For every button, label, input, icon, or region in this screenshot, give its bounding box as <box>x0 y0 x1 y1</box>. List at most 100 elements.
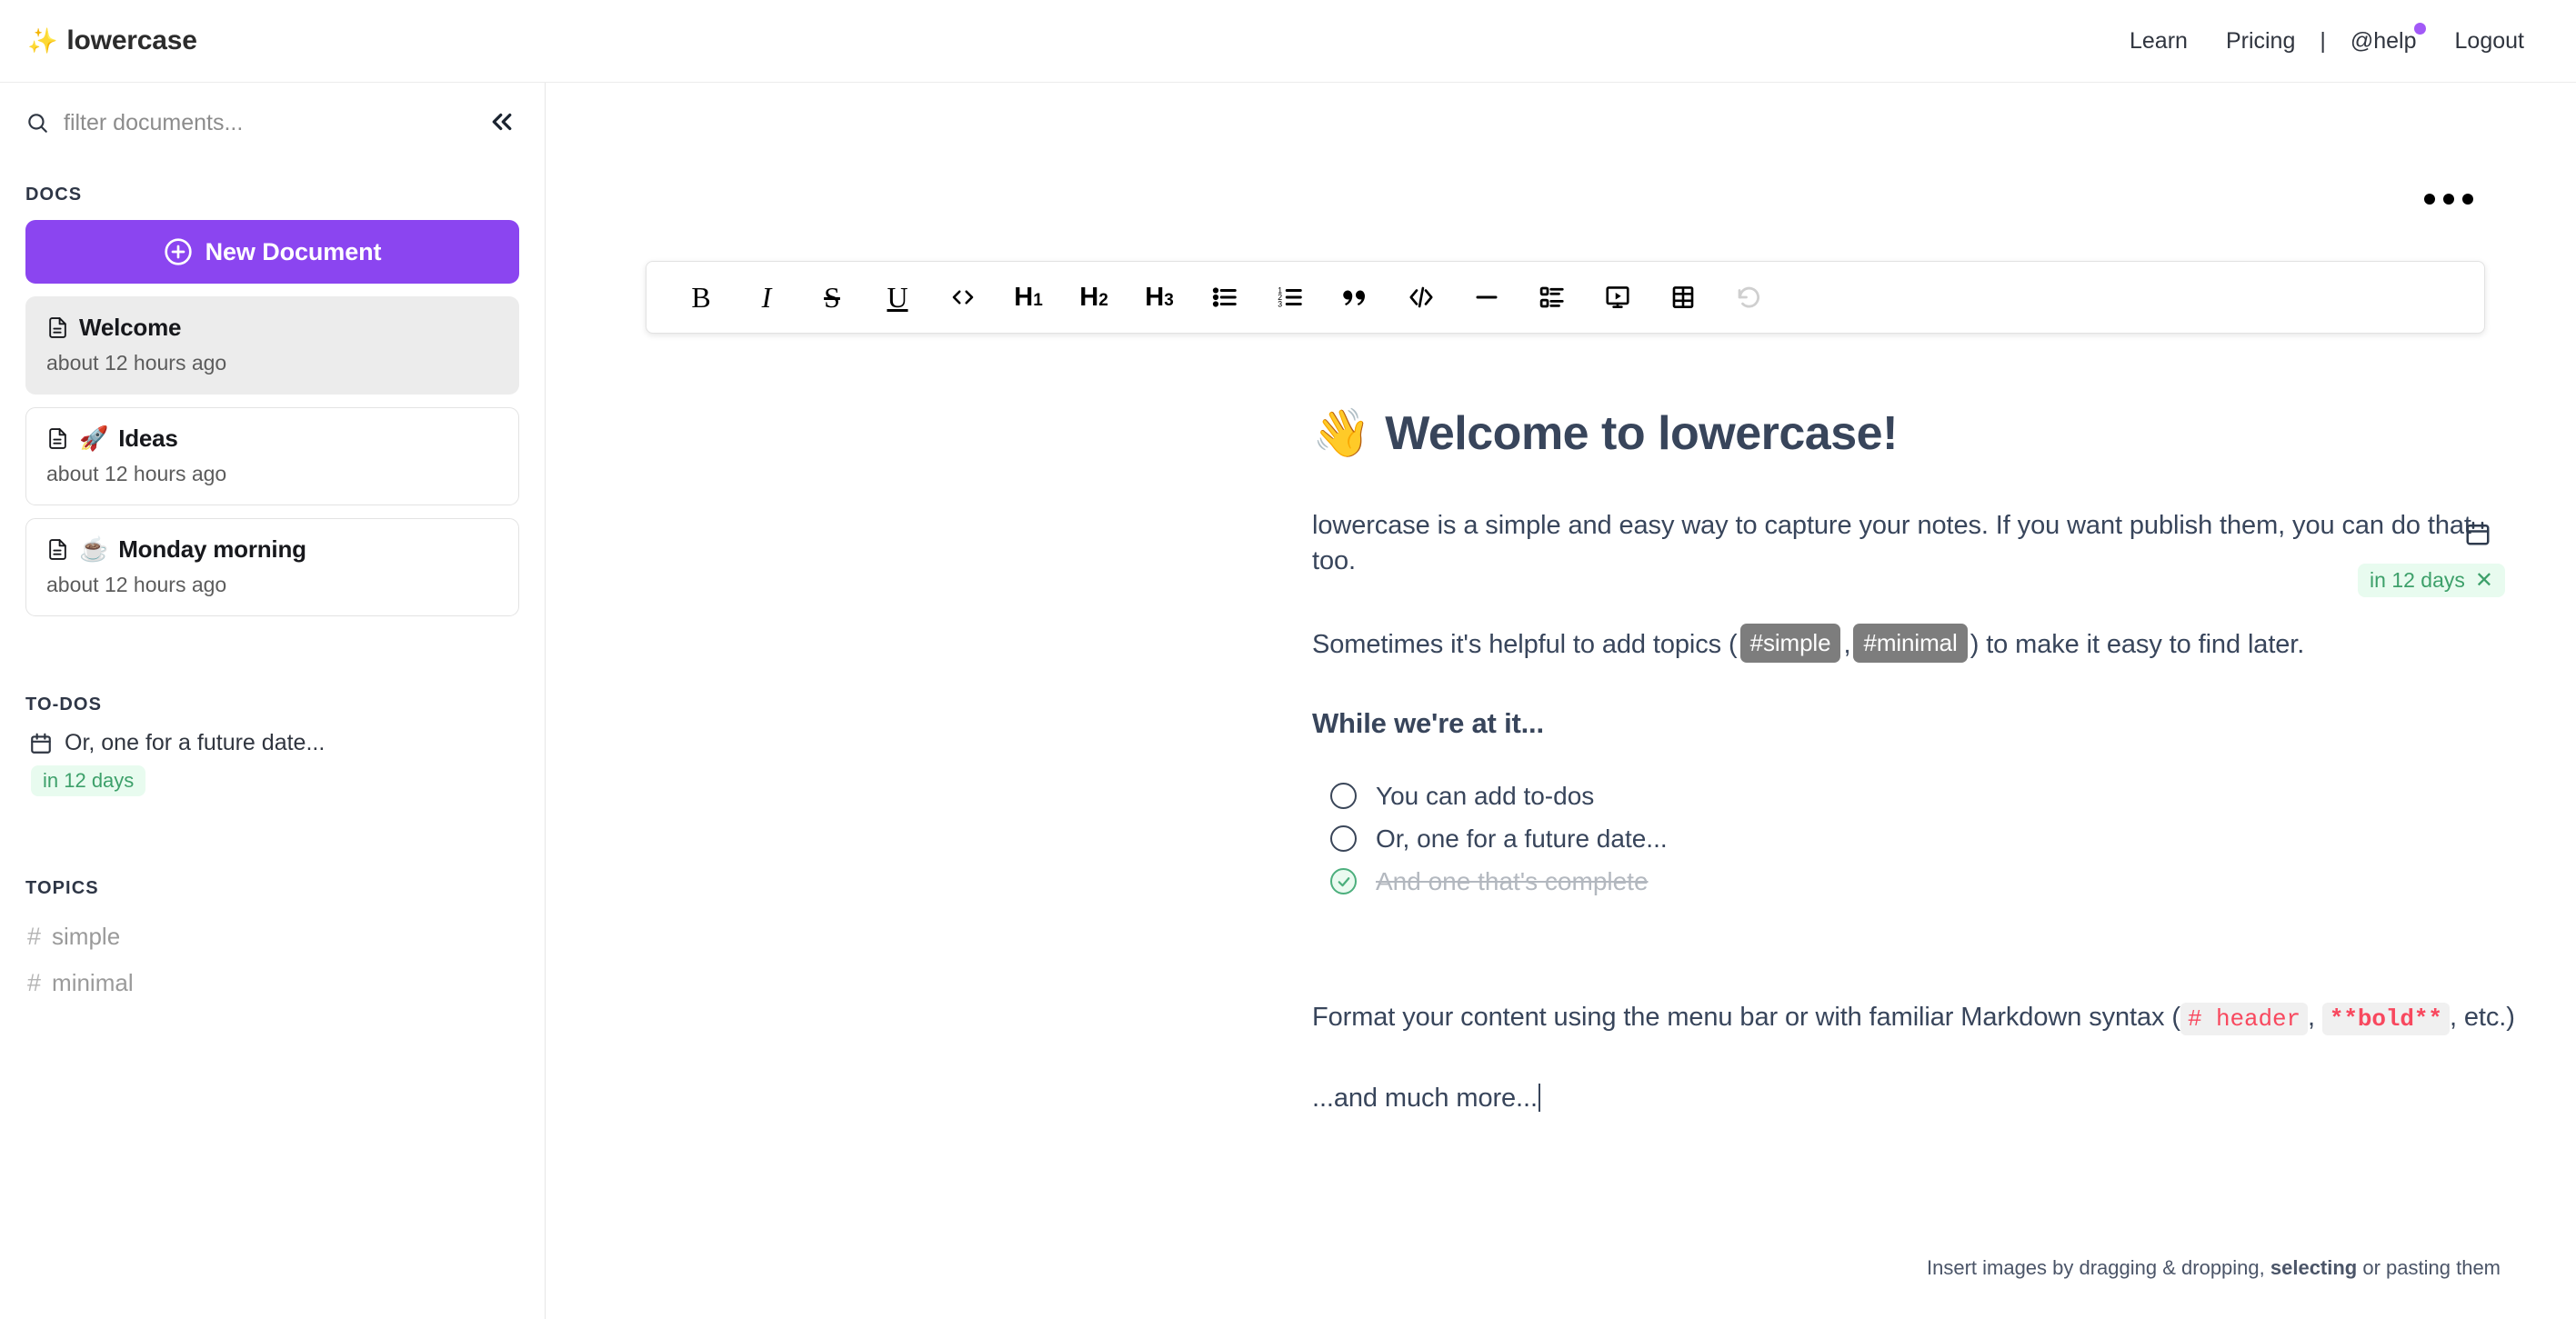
document-todo-text: You can add to-dos <box>1376 781 1595 810</box>
file-text-icon <box>46 316 69 339</box>
toolbar-heading-2-button[interactable]: H2 <box>1061 271 1127 324</box>
inline-code-bold: **bold** <box>2321 1003 2450 1036</box>
document-list-item-monday-morning[interactable]: ☕ Monday morning about 12 hours ago <box>25 518 519 616</box>
nav-link-help[interactable]: @help <box>2331 22 2436 55</box>
image-insert-hint: Insert images by dragging & dropping, se… <box>1927 1256 2501 1280</box>
document-title-row: ☕ Monday morning <box>46 535 498 564</box>
hint-selecting-link[interactable]: selecting <box>2270 1256 2357 1279</box>
editor-toolbar: B I S U H1 H2 H3 1 2 3 <box>646 261 2485 334</box>
toolbar-horizontal-rule-button[interactable] <box>1454 271 1519 324</box>
document-last-line-text: ...and much more... <box>1312 1083 1538 1113</box>
nav-link-learn[interactable]: Learn <box>2110 28 2207 55</box>
sidebar: DOCS New Document Welcome a <box>0 83 546 1319</box>
toolbar-strikethrough-button[interactable]: S <box>799 271 865 324</box>
top-navigation-bar: ✨ lowercase Learn Pricing | @help Logout <box>0 0 2576 83</box>
document-list-item-welcome[interactable]: Welcome about 12 hours ago <box>25 296 519 395</box>
file-text-icon <box>46 427 69 450</box>
remove-due-date-icon[interactable]: ✕ <box>2475 569 2493 592</box>
document-todo-list: You can add to-dos Or, one for a future … <box>1330 774 2521 903</box>
todo-due-date-badge[interactable]: in 12 days ✕ <box>2358 564 2505 597</box>
topic-label: minimal <box>52 969 134 996</box>
file-text-icon <box>46 538 69 561</box>
markdown-text-before: Format your content using the menu bar o… <box>1312 1003 2180 1033</box>
nav-link-pricing[interactable]: Pricing <box>2207 28 2314 55</box>
svg-text:3: 3 <box>1278 300 1282 309</box>
document-name: Welcome <box>79 314 182 341</box>
document-content[interactable]: 👋 Welcome to lowercase! lowercase is a s… <box>1312 405 2521 1319</box>
markdown-comma: , <box>2307 1003 2315 1033</box>
document-timestamp: about 12 hours ago <box>46 351 227 375</box>
toolbar-bullet-list-button[interactable] <box>1192 271 1258 324</box>
inline-code-header: # header <box>2180 1003 2308 1036</box>
document-emoji: 🚀 <box>79 425 109 452</box>
topics-section-label: TOPICS <box>25 878 99 898</box>
markdown-text-after: , etc.) <box>2449 1003 2515 1033</box>
wave-emoji-icon: 👋 <box>1312 407 1371 460</box>
document-todo-text: Or, one for a future date... <box>1376 824 1668 853</box>
nav-link-help-label: @help <box>2350 27 2417 54</box>
docs-section-label: DOCS <box>25 185 83 205</box>
document-title-row: Welcome <box>46 314 498 342</box>
toolbar-inline-code-button[interactable] <box>930 271 996 324</box>
document-todo-item-completed[interactable]: And one that's complete <box>1330 860 2521 903</box>
toolbar-blockquote-button[interactable] <box>1323 271 1388 324</box>
chevrons-left-icon <box>488 108 516 138</box>
sparkles-icon: ✨ <box>27 26 58 55</box>
document-todo-item[interactable]: You can add to-dos <box>1330 774 2521 817</box>
document-filter-row <box>25 83 519 163</box>
toolbar-table-button[interactable] <box>1650 271 1716 324</box>
new-document-button[interactable]: New Document <box>25 220 519 284</box>
search-input[interactable] <box>64 109 470 136</box>
due-date-label: in 12 days <box>2370 568 2465 592</box>
toolbar-undo-button[interactable] <box>1716 271 1781 324</box>
document-timestamp: about 12 hours ago <box>46 573 227 596</box>
sidebar-topic-minimal[interactable]: # minimal <box>25 960 519 1006</box>
checkbox-unchecked-icon[interactable] <box>1330 825 1357 853</box>
toolbar-underline-button[interactable]: U <box>865 271 930 324</box>
collapse-sidebar-button[interactable] <box>485 105 519 140</box>
document-paragraph-last: ...and much more... <box>1312 1081 2521 1116</box>
sidebar-todo-item[interactable]: Or, one for a future date... in 12 days <box>25 730 519 796</box>
app-logo[interactable]: ✨ lowercase <box>27 25 197 56</box>
sidebar-topic-simple[interactable]: # simple <box>25 914 519 960</box>
document-todo-item[interactable]: Or, one for a future date... <box>1330 817 2521 860</box>
more-horizontal-icon <box>2462 194 2473 205</box>
notification-dot-icon <box>2413 22 2426 35</box>
toolbar-heading-3-button[interactable]: H3 <box>1127 271 1192 324</box>
document-todo-text: And one that's complete <box>1376 866 1649 895</box>
document-name: Ideas <box>118 425 178 452</box>
toolbar-code-block-button[interactable] <box>1388 271 1454 324</box>
document-paragraph-topics: Sometimes it's helpful to add topics (#s… <box>1312 624 2521 664</box>
inline-tag-simple[interactable]: #simple <box>1739 624 1841 664</box>
document-title-row: 🚀 Ideas <box>46 425 498 453</box>
sidebar-todo-row: Or, one for a future date... <box>29 730 519 756</box>
new-document-label: New Document <box>205 237 382 265</box>
more-horizontal-icon <box>2443 194 2454 205</box>
document-timestamp: about 12 hours ago <box>46 462 227 485</box>
nav-separator: | <box>2320 27 2326 54</box>
toolbar-embed-button[interactable] <box>1585 271 1650 324</box>
document-options-button[interactable] <box>2424 194 2473 205</box>
nav-link-logout[interactable]: Logout <box>2436 28 2543 55</box>
document-heading-1: 👋 Welcome to lowercase! <box>1312 405 2521 461</box>
more-horizontal-icon <box>2424 194 2435 205</box>
checkbox-unchecked-icon[interactable] <box>1330 783 1357 810</box>
document-heading-text: Welcome to lowercase! <box>1385 406 1898 460</box>
document-list-item-ideas[interactable]: 🚀 Ideas about 12 hours ago <box>25 407 519 505</box>
todos-section-label: TO-DOS <box>25 694 103 714</box>
document-subheading: While we're at it... <box>1312 707 1544 740</box>
inline-tag-minimal[interactable]: #minimal <box>1853 624 1968 664</box>
app-title: lowercase <box>66 25 197 55</box>
document-name: Monday morning <box>118 535 306 563</box>
toolbar-heading-1-button[interactable]: H1 <box>996 271 1061 324</box>
topics-text-after: ) to make it easy to find later. <box>1970 630 2305 660</box>
toolbar-numbered-list-button[interactable]: 1 2 3 <box>1258 271 1323 324</box>
top-nav-links: Learn Pricing | @help Logout <box>2110 22 2543 55</box>
document-paragraph-intro: lowercase is a simple and easy way to ca… <box>1312 511 2471 576</box>
hint-text-before: Insert images by dragging & dropping, <box>1926 1256 2270 1279</box>
toolbar-italic-button[interactable]: I <box>734 271 799 324</box>
toolbar-todo-list-button[interactable] <box>1519 271 1585 324</box>
checkbox-checked-icon[interactable] <box>1330 868 1357 895</box>
toolbar-bold-button[interactable]: B <box>668 271 734 324</box>
todo-due-date-calendar-button[interactable] <box>2464 520 2491 547</box>
